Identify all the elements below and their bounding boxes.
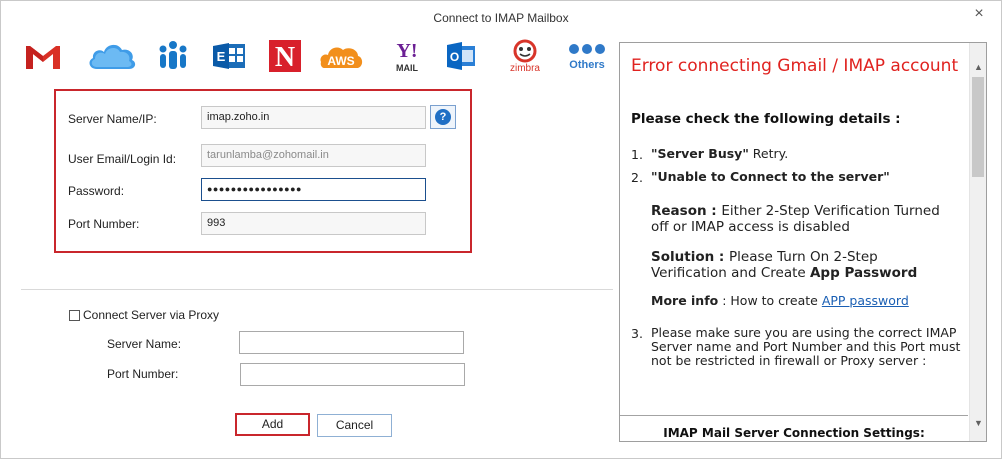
vertical-scrollbar[interactable]: ▲ ▼	[969, 43, 986, 441]
exchange-icon[interactable]: E	[209, 35, 249, 77]
reason-text: Reason : Either 2-Step Verification Turn…	[651, 203, 951, 235]
scroll-up-arrow-icon[interactable]: ▲	[970, 59, 986, 76]
error-title: Error connecting Gmail / IMAP account	[631, 56, 959, 76]
item-2-bold: "Unable to Connect to the server"	[651, 169, 890, 184]
help-button[interactable]: ?	[430, 105, 456, 129]
more-info-label: More info	[651, 293, 719, 308]
proxy-server-name-label: Server Name:	[107, 337, 182, 351]
item-1-number: 1.	[631, 147, 643, 162]
item-3-text: Please make sure you are using the corre…	[651, 325, 961, 368]
aws-icon[interactable]: AWS	[317, 35, 365, 77]
reason-label: Reason :	[651, 203, 722, 219]
title-bar: Connect to IMAP Mailbox ×	[1, 1, 1001, 35]
proxy-server-name-input[interactable]	[239, 331, 464, 354]
netmail-icon[interactable]: N	[265, 35, 305, 77]
outlook-letter: O	[450, 50, 459, 64]
window-title: Connect to IMAP Mailbox	[433, 11, 569, 25]
error-help-panel: Error connecting Gmail / IMAP account Pl…	[619, 42, 987, 442]
item-2-number: 2.	[631, 170, 643, 185]
cancel-button[interactable]: Cancel	[317, 414, 392, 437]
item-1-text: "Server Busy" Retry.	[651, 146, 961, 162]
close-button[interactable]: ×	[969, 5, 989, 25]
item-1-rest: Retry.	[748, 146, 789, 161]
solution-label: Solution :	[651, 249, 730, 265]
settings-section-bar: IMAP Mail Server Connection Settings:	[620, 415, 968, 441]
zimbra-label: zimbra	[510, 63, 540, 74]
netmail-letter: N	[275, 42, 295, 73]
server-name-label: Server Name/IP:	[68, 112, 157, 126]
proxy-port-number-input[interactable]	[240, 363, 465, 386]
settings-title: IMAP Mail Server Connection Settings:	[663, 426, 925, 440]
port-number-input[interactable]: 993	[201, 212, 426, 235]
section-divider	[21, 289, 613, 290]
others-label: Others	[569, 59, 604, 71]
more-info-text: More info : How to create APP password	[651, 293, 961, 309]
server-name-input[interactable]: imap.zoho.in	[201, 106, 426, 129]
provider-icons-row: E N AWS Y! MAIL O zimbra Others	[19, 35, 615, 79]
scroll-down-arrow-icon[interactable]: ▼	[970, 415, 986, 432]
zimbra-icon[interactable]: zimbra	[499, 35, 551, 77]
item-3-number: 3.	[631, 326, 643, 341]
add-button[interactable]: Add	[235, 413, 310, 436]
password-input[interactable]: ●●●●●●●●●●●●●●●●	[201, 178, 426, 201]
aws-label: AWS	[327, 54, 354, 68]
yahoo-letter: Y!	[396, 40, 417, 62]
help-panel-content: Error connecting Gmail / IMAP account Pl…	[620, 43, 968, 441]
others-icon[interactable]: Others	[563, 35, 611, 77]
solution-text: Solution : Please Turn On 2-Step Verific…	[651, 249, 951, 281]
app-password-link[interactable]: APP password	[822, 293, 909, 308]
gmail-icon[interactable]	[23, 35, 63, 77]
proxy-checkbox-row[interactable]: Connect Server via Proxy	[69, 308, 219, 322]
proxy-checkbox-label: Connect Server via Proxy	[83, 308, 220, 322]
user-email-input[interactable]: tarunlamba@zohomail.in	[201, 144, 426, 167]
yahoo-mail-icon[interactable]: Y! MAIL	[387, 35, 427, 77]
imap-dialog-window: Connect to IMAP Mailbox × E N AWS Y! MAI…	[0, 0, 1002, 459]
password-label: Password:	[68, 184, 125, 198]
lotus-notes-icon[interactable]	[153, 35, 193, 77]
question-icon: ?	[435, 109, 451, 125]
outlook-icon[interactable]: O	[443, 35, 479, 77]
port-number-label: Port Number:	[68, 217, 140, 231]
proxy-port-number-label: Port Number:	[107, 367, 179, 381]
check-details-heading: Please check the following details :	[631, 111, 901, 127]
user-email-label: User Email/Login Id:	[68, 152, 177, 166]
more-info-body: : How to create	[718, 293, 822, 308]
item-1-bold: "Server Busy"	[651, 146, 749, 161]
solution-bold: App Password	[809, 265, 918, 281]
icloud-icon[interactable]	[85, 35, 139, 77]
item-2-text: "Unable to Connect to the server"	[651, 169, 961, 185]
proxy-checkbox[interactable]	[69, 309, 80, 321]
exchange-letter: E	[217, 49, 226, 64]
yahoo-sub: MAIL	[396, 63, 418, 73]
scrollbar-thumb[interactable]	[972, 77, 984, 177]
